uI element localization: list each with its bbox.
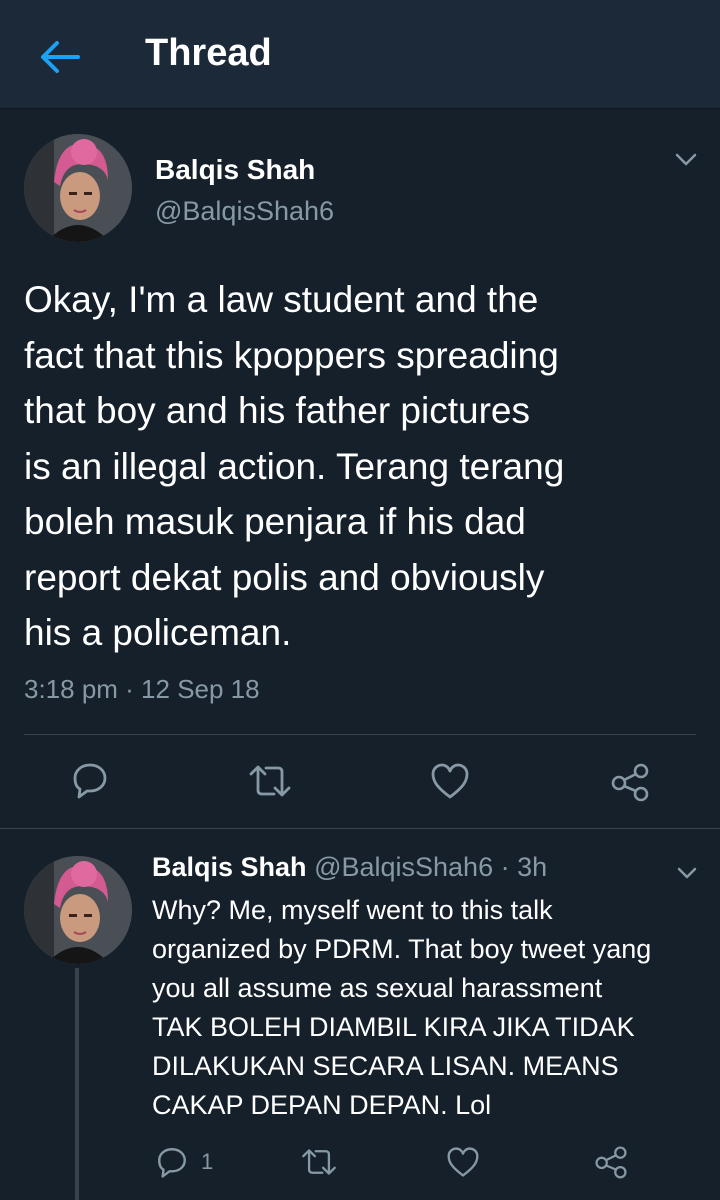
profile-photo: [24, 134, 132, 242]
reply-button[interactable]: [70, 760, 110, 800]
profile-photo: [24, 856, 132, 964]
like-button[interactable]: [430, 762, 470, 800]
tweet-timestamp[interactable]: 3:18 pm · 12 Sep 18: [24, 674, 260, 705]
tweet-menu-button[interactable]: [674, 152, 698, 173]
reply-count: 1: [201, 1149, 214, 1174]
reply-retweet-button[interactable]: [300, 1146, 338, 1178]
divider: [24, 734, 696, 735]
reply-author-name[interactable]: Balqis Shah: [152, 852, 307, 882]
share-icon: [595, 1146, 627, 1179]
divider: [0, 828, 720, 829]
reply-icon: [73, 763, 107, 799]
reply-menu-button[interactable]: [676, 866, 698, 885]
separator-dot: ·: [500, 852, 510, 882]
share-icon: [611, 763, 649, 802]
back-arrow-icon: [41, 41, 80, 73]
reply-like-button[interactable]: [446, 1146, 480, 1178]
top-bar: Thread: [0, 0, 720, 109]
back-button[interactable]: [34, 34, 84, 80]
avatar[interactable]: [24, 134, 132, 242]
author-name[interactable]: Balqis Shah: [155, 154, 315, 186]
like-icon: [447, 1147, 479, 1177]
tweet-text: Okay, I'm a law student and the fact tha…: [24, 279, 565, 653]
reply-share-button[interactable]: [594, 1145, 628, 1179]
share-button[interactable]: [610, 762, 650, 802]
author-handle[interactable]: @BalqisShah6: [155, 196, 334, 227]
like-icon: [431, 763, 469, 799]
avatar[interactable]: [24, 856, 132, 964]
reply-author-handle[interactable]: @BalqisShah6: [314, 852, 493, 882]
retweet-button[interactable]: [247, 762, 293, 800]
retweet-icon: [302, 1149, 336, 1175]
retweet-icon: [249, 765, 291, 797]
reply-icon: [158, 1148, 186, 1178]
thread-connector: [75, 968, 79, 1200]
page-title: Thread: [145, 32, 272, 74]
reply-reply-button[interactable]: 1: [155, 1145, 213, 1179]
chevron-down-icon: [675, 153, 697, 166]
chevron-down-icon: [677, 867, 697, 879]
reply-header: Balqis Shah @BalqisShah6 · 3h: [152, 852, 547, 883]
reply-age[interactable]: 3h: [517, 852, 547, 882]
reply-text: Why? Me, myself went to this talk organi…: [152, 895, 652, 1120]
